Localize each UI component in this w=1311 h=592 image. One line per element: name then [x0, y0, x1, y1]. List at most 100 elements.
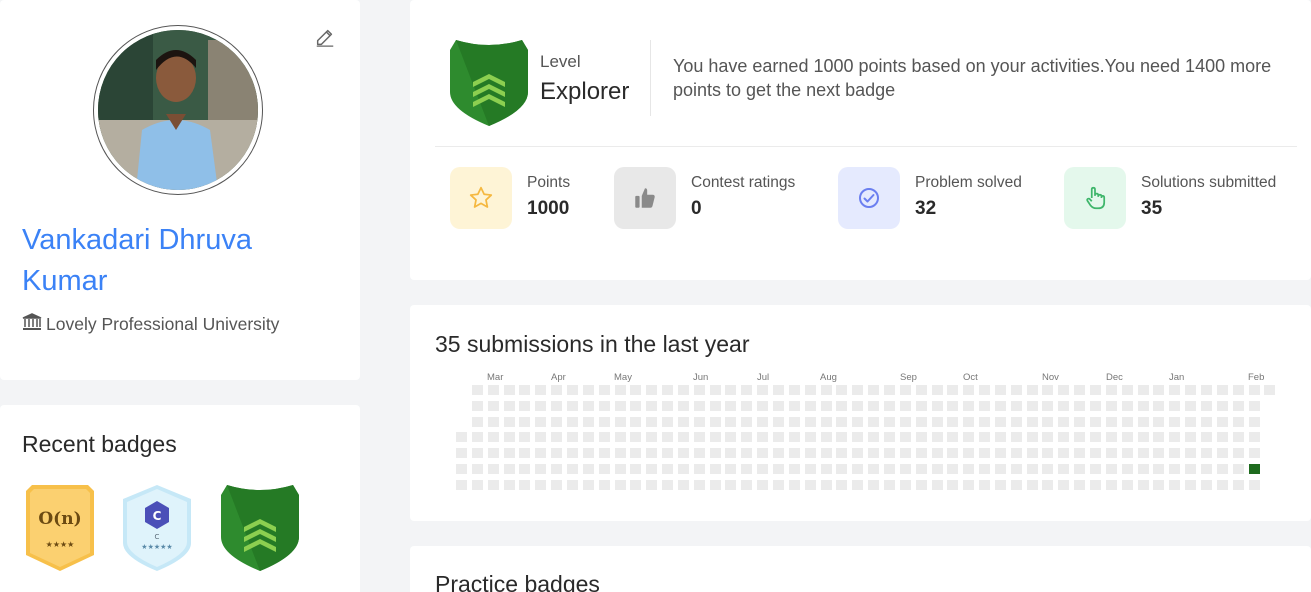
heatmap-cell[interactable]: [646, 464, 658, 474]
heatmap-cell[interactable]: [852, 479, 864, 490]
heatmap-cell[interactable]: [1232, 400, 1244, 411]
heatmap-cell[interactable]: [1169, 464, 1181, 474]
heatmap-cell[interactable]: [804, 385, 816, 395]
heatmap-cell[interactable]: [646, 448, 658, 459]
heatmap-cell[interactable]: [1232, 385, 1244, 395]
heatmap-cell[interactable]: [1248, 448, 1260, 459]
heatmap-cell[interactable]: [899, 432, 911, 443]
heatmap-cell[interactable]: [836, 416, 848, 427]
heatmap-cell[interactable]: [646, 385, 658, 395]
heatmap-cell[interactable]: [614, 464, 626, 474]
heatmap-cell[interactable]: [725, 464, 737, 474]
heatmap-cell[interactable]: [646, 416, 658, 427]
heatmap-cell[interactable]: [693, 416, 705, 427]
heatmap-cell[interactable]: [915, 385, 927, 395]
heatmap-cell[interactable]: [836, 464, 848, 474]
heatmap-cell[interactable]: [1105, 448, 1117, 459]
heatmap-cell[interactable]: [519, 416, 531, 427]
heatmap-cell[interactable]: [598, 432, 610, 443]
heatmap-cell[interactable]: [598, 416, 610, 427]
heatmap-cell[interactable]: [1200, 416, 1212, 427]
heatmap-cell[interactable]: [883, 448, 895, 459]
heatmap-cell[interactable]: [1010, 400, 1022, 411]
heatmap-cell[interactable]: [1105, 479, 1117, 490]
heatmap-cell[interactable]: [963, 432, 975, 443]
heatmap-cell[interactable]: [1185, 385, 1197, 395]
heatmap-cell[interactable]: [646, 400, 658, 411]
heatmap-cell[interactable]: [868, 432, 880, 443]
heatmap-cell[interactable]: [551, 416, 563, 427]
heatmap-cell[interactable]: [725, 400, 737, 411]
heatmap-cell[interactable]: [1105, 432, 1117, 443]
heatmap-cell[interactable]: [1137, 385, 1149, 395]
heatmap-cell[interactable]: [820, 432, 832, 443]
heatmap-cell[interactable]: [646, 479, 658, 490]
heatmap-cell[interactable]: [693, 448, 705, 459]
heatmap-cell[interactable]: [899, 448, 911, 459]
heatmap-cell[interactable]: [1010, 432, 1022, 443]
heatmap-cell[interactable]: [1121, 448, 1133, 459]
heatmap-cell[interactable]: [551, 479, 563, 490]
heatmap-cell[interactable]: [456, 464, 467, 474]
heatmap-cell[interactable]: [1042, 448, 1054, 459]
heatmap-cell[interactable]: [551, 385, 563, 395]
heatmap-cell[interactable]: [1216, 385, 1228, 395]
heatmap-cell[interactable]: [471, 385, 483, 395]
heatmap-cell[interactable]: [709, 448, 721, 459]
heatmap-cell[interactable]: [1058, 448, 1070, 459]
heatmap-cell[interactable]: [535, 448, 547, 459]
heatmap-cell[interactable]: [820, 448, 832, 459]
heatmap-cell[interactable]: [1042, 416, 1054, 427]
heatmap-cell[interactable]: [471, 432, 483, 443]
heatmap-cell[interactable]: [1200, 479, 1212, 490]
heatmap-cell[interactable]: [1105, 464, 1117, 474]
complexity-badge[interactable]: O(n) ★★★★: [22, 485, 98, 576]
heatmap-cell[interactable]: [947, 464, 959, 474]
heatmap-cell[interactable]: [456, 432, 467, 443]
heatmap-cell[interactable]: [947, 479, 959, 490]
heatmap-cell[interactable]: [963, 464, 975, 474]
heatmap-cell[interactable]: [820, 400, 832, 411]
heatmap-cell[interactable]: [994, 385, 1006, 395]
heatmap-cell[interactable]: [915, 416, 927, 427]
heatmap-cell[interactable]: [1074, 416, 1086, 427]
heatmap-cell[interactable]: [598, 400, 610, 411]
heatmap-cell[interactable]: [725, 385, 737, 395]
heatmap-cell[interactable]: [963, 479, 975, 490]
heatmap-cell[interactable]: [662, 464, 674, 474]
heatmap-cell[interactable]: [614, 479, 626, 490]
heatmap-cell[interactable]: [582, 432, 594, 443]
heatmap-cell[interactable]: [1042, 400, 1054, 411]
heatmap-cell[interactable]: [773, 448, 784, 459]
heatmap-cell[interactable]: [677, 432, 689, 443]
heatmap-cell[interactable]: [614, 432, 626, 443]
heatmap-cell[interactable]: [947, 432, 959, 443]
heatmap-cell[interactable]: [1042, 432, 1054, 443]
heatmap-cell[interactable]: [852, 416, 864, 427]
heatmap-cell[interactable]: [1137, 448, 1149, 459]
heatmap-cell[interactable]: [852, 432, 864, 443]
heatmap-cell[interactable]: [899, 416, 911, 427]
heatmap-cell[interactable]: [1058, 479, 1070, 490]
heatmap-cell[interactable]: [1185, 479, 1197, 490]
heatmap-cell[interactable]: [1026, 385, 1038, 395]
heatmap-cell[interactable]: [1185, 400, 1197, 411]
heatmap-cell[interactable]: [979, 479, 991, 490]
heatmap-cell[interactable]: [1216, 416, 1228, 427]
heatmap-cell[interactable]: [773, 479, 784, 490]
heatmap-cell[interactable]: [899, 400, 911, 411]
heatmap-cell[interactable]: [630, 479, 642, 490]
heatmap-cell[interactable]: [883, 479, 895, 490]
heatmap-cell[interactable]: [1169, 416, 1181, 427]
heatmap-cell[interactable]: [773, 385, 784, 395]
heatmap-cell[interactable]: [963, 400, 975, 411]
heatmap-cell[interactable]: [883, 416, 895, 427]
heatmap-cell[interactable]: [741, 400, 753, 411]
heatmap-cell[interactable]: [1042, 479, 1054, 490]
heatmap-cell[interactable]: [709, 432, 721, 443]
heatmap-cell[interactable]: [693, 432, 705, 443]
heatmap-cell[interactable]: [1026, 464, 1038, 474]
heatmap-cell[interactable]: [1042, 464, 1054, 474]
heatmap-cell[interactable]: [1010, 479, 1022, 490]
heatmap-cell[interactable]: [1026, 400, 1038, 411]
